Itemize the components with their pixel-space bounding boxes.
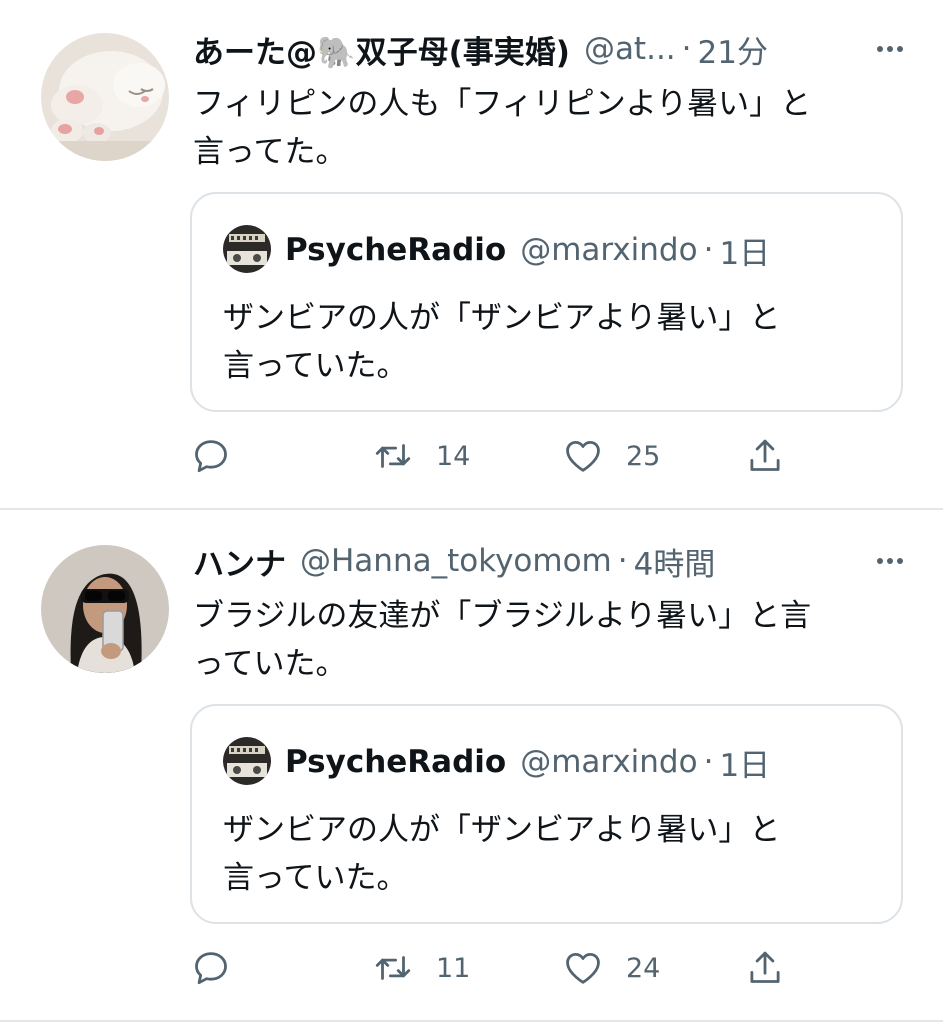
quoted-text: ザンビアの人が「ザンビアより暑い」と 言っていた。: [223, 812, 781, 896]
separator-dot: ·: [617, 543, 628, 579]
tweet-divider: [0, 1020, 943, 1022]
avatar[interactable]: [41, 33, 169, 161]
quoted-display-name: PsycheRadio: [285, 744, 507, 780]
quoted-avatar: [223, 737, 271, 785]
quoted-handle: @marxindo: [520, 232, 698, 268]
heart-icon: [566, 952, 600, 984]
quoted-timestamp: 1日: [719, 235, 771, 272]
quoted-display-name: PsycheRadio: [285, 232, 507, 268]
timestamp[interactable]: 4時間: [634, 539, 716, 584]
like-count: 24: [626, 952, 661, 984]
share-button[interactable]: [744, 944, 786, 992]
quoted-tweet[interactable]: PsycheRadio @marxindo · 1日 ザンビアの人が「ザンビアよ…: [190, 704, 903, 924]
radio-avatar-icon: [223, 737, 271, 785]
radio-avatar-icon: [223, 225, 271, 273]
display-name[interactable]: あーた@🐘双子母(事実婚): [193, 27, 570, 72]
retweet-button[interactable]: 14: [372, 432, 470, 480]
reply-icon: [195, 440, 227, 473]
like-button[interactable]: 24: [562, 944, 660, 992]
retweet-icon: [375, 956, 411, 980]
retweet-button[interactable]: 11: [372, 944, 470, 992]
like-button[interactable]: 25: [562, 432, 660, 480]
separator-dot: ·: [703, 232, 714, 268]
action-bar: 14 25: [190, 432, 903, 480]
more-options-button[interactable]: [859, 28, 903, 70]
retweet-icon: [375, 444, 411, 468]
reply-button[interactable]: [190, 944, 254, 992]
user-handle[interactable]: @at...: [584, 31, 676, 67]
quoted-avatar: [223, 225, 271, 273]
share-icon: [750, 951, 780, 983]
like-count: 25: [626, 440, 661, 472]
quoted-text: ザンビアの人が「ザンビアより暑い」と 言っていた。: [223, 300, 781, 384]
tweet-text: フィリピンの人も「フィリピンより暑い」と 言ってた。: [193, 86, 812, 170]
quoted-handle: @marxindo: [520, 744, 698, 780]
tweet-divider: [0, 508, 943, 510]
more-dots-icon: [877, 46, 883, 52]
tweet-header: ハンナ @Hanna_tokyomom · 4時間: [193, 539, 903, 584]
action-bar: 11 24: [190, 944, 903, 992]
tweet-header: あーた@🐘双子母(事実婚) @at... · 21分: [193, 27, 903, 72]
reply-icon: [195, 952, 227, 985]
woman-avatar-icon: [41, 545, 169, 673]
quoted-header: PsycheRadio @marxindo · 1日: [285, 740, 770, 784]
share-icon: [750, 439, 780, 471]
avatar[interactable]: [41, 545, 169, 673]
tweet[interactable]: ハンナ @Hanna_tokyomom · 4時間 ブラジルの友達が「ブラジルよ…: [0, 512, 943, 1022]
reply-button[interactable]: [190, 432, 254, 480]
share-button[interactable]: [744, 432, 786, 480]
retweet-count: 14: [436, 440, 471, 472]
quoted-tweet[interactable]: PsycheRadio @marxindo · 1日 ザンビアの人が「ザンビアよ…: [190, 192, 903, 412]
tweet-text: ブラジルの友達が「ブラジルより暑い」と言 っていた。: [193, 598, 812, 682]
tweet[interactable]: あーた@🐘双子母(事実婚) @at... · 21分 フィリピンの人も「フィリピ…: [0, 0, 943, 510]
more-dots-icon: [877, 558, 883, 564]
quoted-timestamp: 1日: [719, 747, 771, 784]
cat-avatar-icon: [41, 33, 169, 161]
quoted-header: PsycheRadio @marxindo · 1日: [285, 228, 770, 272]
separator-dot: ·: [703, 744, 714, 780]
heart-icon: [566, 440, 600, 472]
more-options-button[interactable]: [859, 540, 903, 582]
display-name[interactable]: ハンナ: [193, 539, 286, 584]
user-handle[interactable]: @Hanna_tokyomom: [300, 543, 612, 579]
timestamp[interactable]: 21分: [698, 27, 768, 72]
separator-dot: ·: [681, 31, 692, 67]
retweet-count: 11: [436, 952, 471, 984]
